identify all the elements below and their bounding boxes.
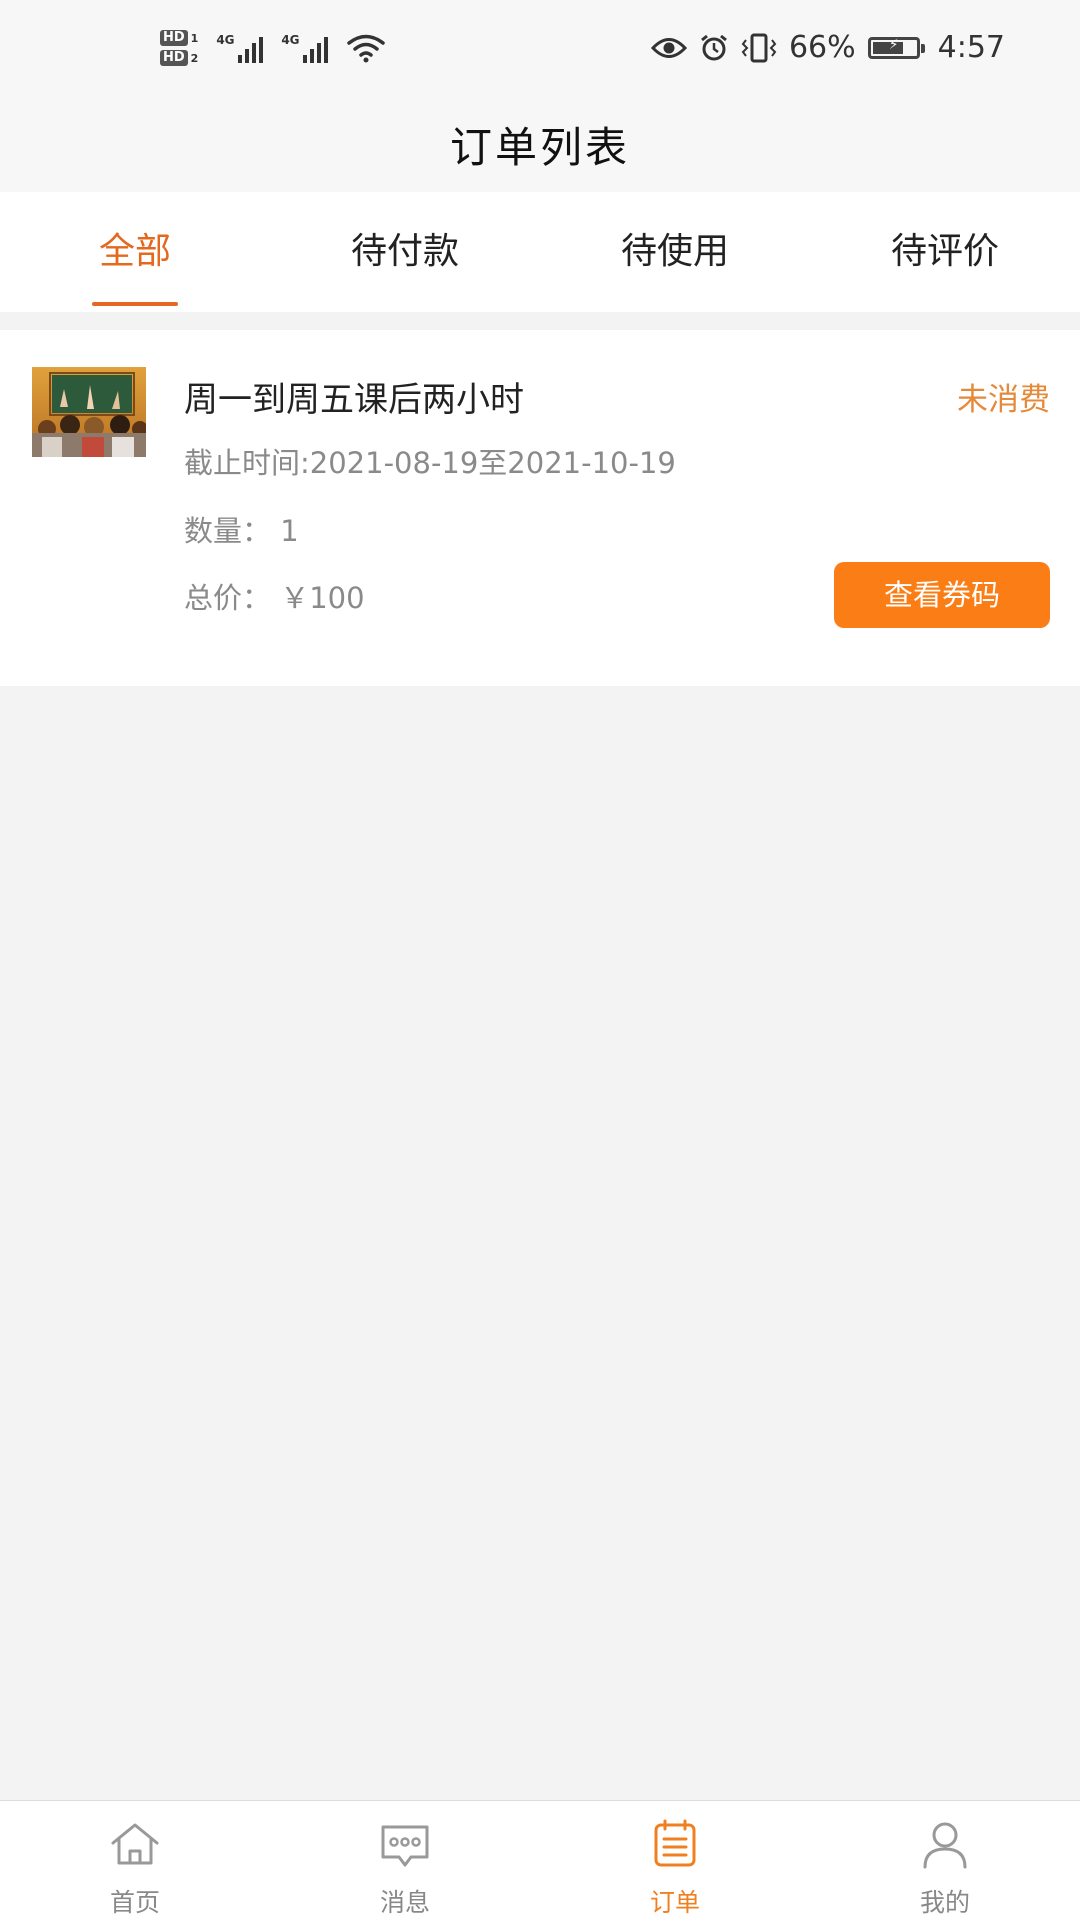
hd1-badge: HD bbox=[160, 30, 188, 46]
tab-pending-use[interactable]: 待使用 bbox=[540, 192, 810, 312]
order-card[interactable]: 周一到周五课后两小时 未消费 截止时间:2021-08-19至2021-10-1… bbox=[0, 330, 1080, 686]
tab-all[interactable]: 全部 bbox=[0, 192, 270, 312]
order-thumbnail bbox=[32, 367, 146, 457]
network-2-label: 4G bbox=[281, 33, 300, 47]
hd2-num: 2 bbox=[190, 51, 199, 65]
order-title: 周一到周五课后两小时 bbox=[184, 380, 524, 420]
active-tab-indicator bbox=[92, 302, 178, 306]
order-deadline: 截止时间:2021-08-19至2021-10-19 bbox=[184, 446, 676, 480]
page-title: 订单列表 bbox=[449, 123, 630, 172]
wifi-icon bbox=[347, 34, 386, 63]
nav-home[interactable]: 首页 bbox=[0, 1801, 270, 1921]
tab-pending-review[interactable]: 待评价 bbox=[810, 192, 1080, 312]
nav-home-label: 首页 bbox=[109, 1888, 160, 1917]
message-icon bbox=[381, 1825, 429, 1867]
header: 订单列表 bbox=[0, 110, 1080, 192]
tab-pending-payment[interactable]: 待付款 bbox=[270, 192, 540, 312]
nav-messages-label: 消息 bbox=[379, 1888, 430, 1917]
sim1-indicator: HD 1 bbox=[160, 30, 198, 46]
nav-profile[interactable]: 我的 bbox=[810, 1801, 1080, 1921]
alarm-icon bbox=[701, 34, 727, 60]
status-time: 4:57 bbox=[937, 30, 1005, 65]
signal-2-icon: 4G bbox=[281, 33, 329, 63]
signal-1-icon: 4G bbox=[216, 33, 264, 63]
order-status: 未消费 bbox=[957, 382, 1050, 418]
status-left: HD 1 HD 2 4G 4G bbox=[160, 30, 386, 66]
nav-orders-label: 订单 bbox=[649, 1888, 700, 1917]
nav-profile-label: 我的 bbox=[919, 1888, 970, 1917]
order-total: 总价： ￥100 bbox=[184, 581, 365, 615]
home-icon bbox=[111, 1823, 159, 1865]
network-1-label: 4G bbox=[216, 33, 235, 47]
order-icon bbox=[654, 1819, 696, 1867]
battery-icon: ⚡ bbox=[867, 36, 925, 59]
eye-icon bbox=[650, 37, 687, 58]
hd1-num: 1 bbox=[190, 31, 199, 45]
view-voucher-button[interactable]: 查看券码 bbox=[834, 562, 1050, 628]
order-quantity: 数量： 1 bbox=[184, 514, 299, 548]
battery-percent: 66% bbox=[788, 30, 856, 65]
status-bar: HD 1 HD 2 4G 4G 66% ⚡ 4:57 bbox=[0, 0, 1080, 110]
sim-indicators: HD 1 HD 2 bbox=[160, 30, 198, 66]
order-tabs: 全部 待付款 待使用 待评价 bbox=[0, 192, 1080, 312]
bottom-nav: 首页 消息 订单 我的 bbox=[0, 1800, 1080, 1921]
sim2-indicator: HD 2 bbox=[160, 50, 198, 66]
hd2-badge: HD bbox=[160, 50, 188, 66]
profile-icon bbox=[923, 1822, 967, 1869]
nav-messages[interactable]: 消息 bbox=[270, 1801, 540, 1921]
status-right: 66% ⚡ 4:57 bbox=[650, 30, 1005, 65]
vibrate-icon bbox=[741, 33, 777, 62]
nav-orders[interactable]: 订单 bbox=[540, 1801, 810, 1921]
